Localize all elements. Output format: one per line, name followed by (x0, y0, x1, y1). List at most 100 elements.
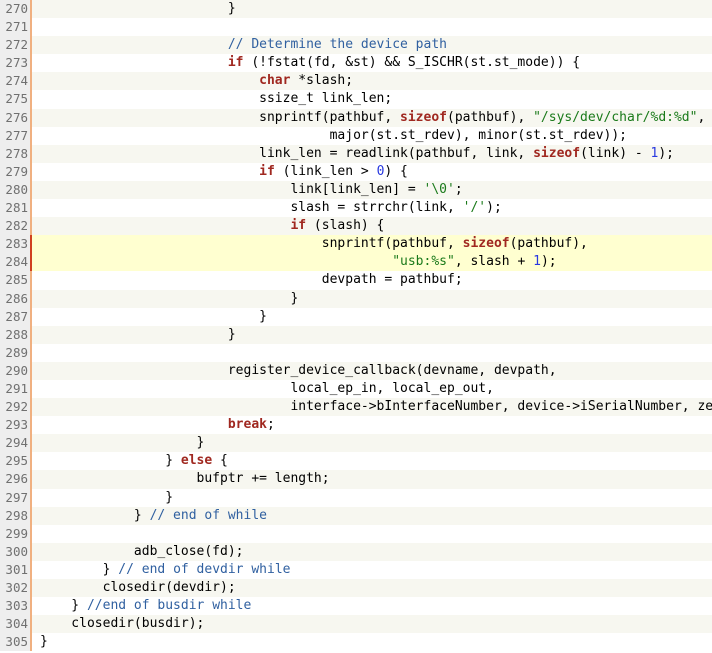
line-number[interactable]: 305 (0, 633, 30, 651)
code-cell[interactable]: interface->bInterfaceNumber, device->iSe… (32, 398, 712, 416)
code-cell[interactable]: "usb:%s", slash + 1); (32, 253, 712, 271)
code-cell[interactable]: major(st.st_rdev), minor(st.st_rdev)); (32, 127, 712, 145)
line-number[interactable]: 274 (0, 72, 30, 90)
code-row: 288 } (0, 326, 712, 344)
line-number[interactable]: 295 (0, 452, 30, 470)
code-cell[interactable]: } (32, 308, 712, 326)
code-cell[interactable]: break; (32, 416, 712, 434)
code-cell[interactable]: char *slash; (32, 72, 712, 90)
line-number[interactable]: 289 (0, 344, 30, 362)
code-cell[interactable]: slash = strrchr(link, '/'); (32, 199, 712, 217)
token-lit: 1 (533, 254, 541, 269)
line-number[interactable]: 290 (0, 362, 30, 380)
code-cell[interactable]: register_device_callback(devname, devpat… (32, 362, 712, 380)
code-row: 277 major(st.st_rdev), minor(st.st_rdev)… (0, 127, 712, 145)
line-number[interactable]: 288 (0, 326, 30, 344)
line-number[interactable]: 300 (0, 543, 30, 561)
line-number[interactable]: 272 (0, 36, 30, 54)
code-row: 296 bufptr += length; (0, 470, 712, 488)
code-cell[interactable]: } //end of busdir while (32, 597, 712, 615)
token-plain (40, 218, 290, 233)
code-cell[interactable]: local_ep_in, local_ep_out, (32, 380, 712, 398)
line-number[interactable]: 281 (0, 199, 30, 217)
code-row: 274 char *slash; (0, 72, 712, 90)
line-number[interactable]: 271 (0, 18, 30, 36)
code-cell[interactable]: } // end of devdir while (32, 561, 712, 579)
line-number[interactable]: 277 (0, 127, 30, 145)
line-number[interactable]: 276 (0, 109, 30, 127)
code-cell[interactable]: } (32, 633, 712, 651)
line-number[interactable]: 299 (0, 525, 30, 543)
line-number[interactable]: 280 (0, 181, 30, 199)
code-row: 300 adb_close(fd); (0, 543, 712, 561)
code-cell[interactable]: snprintf(pathbuf, sizeof(pathbuf), (32, 235, 712, 253)
token-plain (40, 73, 259, 88)
code-row: 273 if (!fstat(fd, &st) && S_ISCHR(st.st… (0, 54, 712, 72)
code-row: 282 if (slash) { (0, 217, 712, 235)
token-cm: // Determine the device path (228, 37, 447, 52)
line-number[interactable]: 303 (0, 597, 30, 615)
line-number[interactable]: 301 (0, 561, 30, 579)
token-plain: , slash + (455, 254, 533, 269)
code-cell[interactable]: } (32, 0, 712, 18)
token-plain: ; (455, 182, 463, 197)
code-cell[interactable]: link[link_len] = '\0'; (32, 181, 712, 199)
token-kw: break (228, 417, 267, 432)
line-number[interactable]: 291 (0, 380, 30, 398)
code-cell[interactable]: closedir(busdir); (32, 615, 712, 633)
line-number[interactable]: 283 (0, 235, 30, 253)
code-cell[interactable]: } (32, 489, 712, 507)
code-cell[interactable]: } else { (32, 452, 712, 470)
line-number[interactable]: 282 (0, 217, 30, 235)
code-cell[interactable]: ssize_t link_len; (32, 90, 712, 108)
token-plain: (pathbuf), (447, 110, 533, 125)
code-cell[interactable] (32, 344, 712, 362)
code-row: 292 interface->bInterfaceNumber, device-… (0, 398, 712, 416)
token-plain: link_len = readlink(pathbuf, link, (40, 146, 533, 161)
line-number[interactable]: 298 (0, 507, 30, 525)
line-number[interactable]: 293 (0, 416, 30, 434)
code-cell[interactable]: } // end of while (32, 507, 712, 525)
code-cell[interactable]: snprintf(pathbuf, sizeof(pathbuf), "/sys… (32, 109, 712, 127)
line-number[interactable]: 279 (0, 163, 30, 181)
line-number[interactable]: 297 (0, 489, 30, 507)
line-number[interactable]: 294 (0, 434, 30, 452)
code-cell[interactable] (32, 18, 712, 36)
token-st: "/sys/dev/char/%d:%d" (533, 110, 697, 125)
code-cell[interactable]: bufptr += length; (32, 470, 712, 488)
line-number[interactable]: 286 (0, 290, 30, 308)
line-number[interactable]: 270 (0, 0, 30, 18)
line-number[interactable]: 273 (0, 54, 30, 72)
code-cell[interactable]: } (32, 326, 712, 344)
line-number[interactable]: 284 (0, 253, 30, 271)
token-plain: (pathbuf), (510, 236, 588, 251)
line-number[interactable]: 292 (0, 398, 30, 416)
code-cell[interactable]: // Determine the device path (32, 36, 712, 54)
code-cell[interactable]: } (32, 434, 712, 452)
code-cell[interactable] (32, 525, 712, 543)
code-cell[interactable]: closedir(devdir); (32, 579, 712, 597)
line-number[interactable]: 296 (0, 470, 30, 488)
code-cell[interactable]: if (!fstat(fd, &st) && S_ISCHR(st.st_mod… (32, 54, 712, 72)
code-row: 293 break; (0, 416, 712, 434)
token-plain: (link) - (580, 146, 650, 161)
code-cell[interactable]: if (link_len > 0) { (32, 163, 712, 181)
code-cell[interactable]: link_len = readlink(pathbuf, link, sizeo… (32, 145, 712, 163)
line-number[interactable]: 275 (0, 90, 30, 108)
token-kw: sizeof (400, 110, 447, 125)
line-number[interactable]: 302 (0, 579, 30, 597)
code-cell[interactable]: devpath = pathbuf; (32, 271, 712, 289)
token-plain: } (40, 508, 150, 523)
token-kw: if (259, 164, 275, 179)
code-row: 286 } (0, 290, 712, 308)
token-plain: { (212, 453, 228, 468)
line-number[interactable]: 287 (0, 308, 30, 326)
token-st: "usb:%s" (392, 254, 455, 269)
code-cell[interactable]: adb_close(fd); (32, 543, 712, 561)
code-cell[interactable]: } (32, 290, 712, 308)
line-number[interactable]: 278 (0, 145, 30, 163)
line-number[interactable]: 285 (0, 271, 30, 289)
line-number[interactable]: 304 (0, 615, 30, 633)
token-plain: } (40, 562, 118, 577)
code-cell[interactable]: if (slash) { (32, 217, 712, 235)
